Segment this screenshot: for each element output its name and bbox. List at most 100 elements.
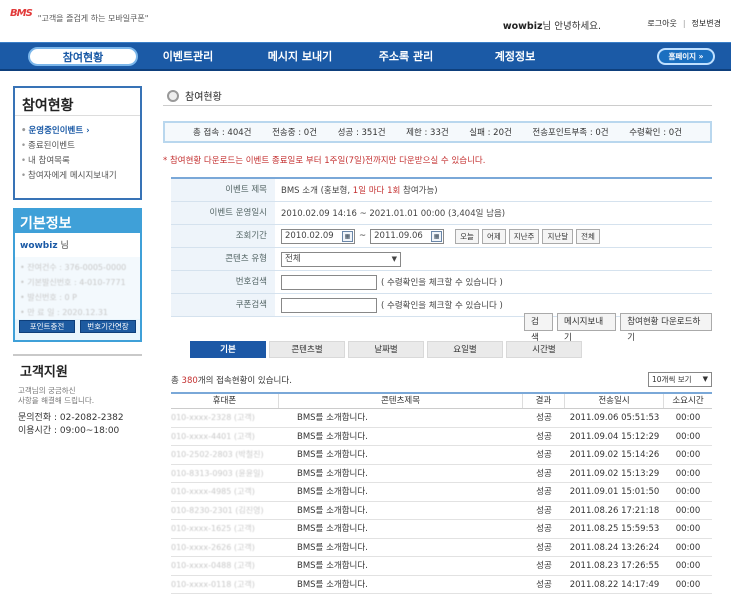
table-body: 010-xxxx-2328 (고객) BMS를 소개합니다. 성공 2011.09.0…	[171, 409, 712, 594]
cell-sent-at: 2011.08.22 14:17:49	[569, 579, 660, 590]
content-type-value: 전체	[285, 253, 301, 264]
quick-all-button[interactable]: 전체	[576, 228, 600, 244]
col-phone[interactable]: 휴대폰	[171, 394, 279, 408]
support-desc-line: 고객님의 궁금하신	[18, 386, 76, 395]
tab-by-content[interactable]: 콘텐츠별	[269, 341, 345, 358]
phone-search-hint: ( 수령확인을 체크할 수 있습니다 )	[381, 278, 503, 288]
cell-duration: 00:00	[675, 579, 701, 590]
table-row[interactable]: 010-xxxx-2328 (고객) BMS를 소개합니다. 성공 2011.09.0…	[171, 409, 712, 428]
search-period-label: 조회기간	[171, 225, 275, 247]
date-to-input[interactable]: 2011.09.06 ▦	[370, 228, 445, 244]
content-type-controls: 전체 ▼	[275, 248, 712, 270]
date-from-input[interactable]: 2010.02.09 ▦	[281, 228, 355, 244]
support-box: 고객지원 고객님의 궁금하신 사항을 해결해 드립니다. 문의전화 : 02-2…	[13, 354, 142, 436]
edit-info-link[interactable]: 정보변경	[692, 18, 721, 29]
quick-yesterday-button[interactable]: 어제	[481, 228, 506, 244]
send-message-button[interactable]: 메시지보내기	[557, 313, 617, 343]
event-title-value: BMS 소개 (홍보형, 1일 마다 1회 참여가능)	[275, 179, 712, 201]
extend-number-button[interactable]: 번호기간연장	[80, 320, 136, 333]
search-button[interactable]: 검색	[524, 313, 554, 343]
phone-search-label: 번호검색	[171, 271, 275, 293]
sidebar-item-label: 운영중인이벤트 ›	[28, 126, 90, 136]
summary-sending: 전송중 : 0건	[272, 128, 318, 138]
bms-logo[interactable]: BMS	[10, 8, 33, 29]
table-row[interactable]: 010-xxxx-4985 (고객) BMS를 소개합니다. 성공 2011.09.0…	[171, 483, 712, 502]
sidebar-menu: 참여현황 • 운영중인이벤트 › • 종료된이벤트 • 내 참여목록 • 참여자에게 메…	[13, 86, 142, 200]
page-title: 참여현황	[185, 92, 222, 103]
cell-duration: 00:00	[675, 468, 701, 479]
logout-link[interactable]: 로그아웃	[647, 18, 676, 29]
info-row: • 발신번호 : 0 P	[20, 293, 77, 302]
bullet-icon: •	[21, 141, 27, 151]
content-type-select[interactable]: 전체 ▼	[281, 251, 401, 267]
cell-phone: 010-8230-2301 (김진영)	[171, 505, 264, 515]
sidebar-item-label: 종료된이벤트	[28, 141, 75, 151]
period-label: 이벤트 운영일시	[171, 202, 275, 224]
sidebar-item-my-participation[interactable]: • 내 참여목록	[15, 154, 140, 169]
calendar-icon[interactable]: ▦	[342, 230, 353, 242]
tab-basic[interactable]: 기본	[190, 341, 266, 358]
tab-by-hour[interactable]: 시간별	[506, 341, 582, 358]
dropdown-arrow-icon: ▼	[391, 254, 397, 263]
view-tabs: 기본 콘텐츠별 날짜별 요일별 시간별	[190, 341, 585, 358]
cell-content-title: BMS를 소개합니다.	[297, 450, 368, 460]
content-type-label: 콘텐츠 유형	[171, 248, 275, 270]
nav-send-message[interactable]: 메시지 보내기	[252, 43, 348, 70]
phone-search-controls: ( 수령확인을 체크할 수 있습니다 )	[275, 271, 712, 293]
table-row[interactable]: 010-xxxx-1625 (고객) BMS를 소개합니다. 성공 2011.08.2…	[171, 520, 712, 539]
per-page-select[interactable]: 10개씩 보기 ▼	[648, 372, 712, 387]
page-title-row: 참여현황	[163, 86, 712, 106]
coupon-search-input[interactable]	[281, 297, 377, 313]
date-range-tilde: ~	[359, 231, 367, 241]
sidebar-title: 참여현황	[15, 88, 140, 116]
quick-lastweek-button[interactable]: 지난주	[508, 228, 540, 244]
nav-account[interactable]: 계정정보	[480, 43, 550, 70]
table-row[interactable]: 010-8230-2301 (김진영) BMS를 소개합니다. 성공 2011.08.…	[171, 502, 712, 520]
separator: |	[682, 19, 686, 28]
col-content-title[interactable]: 콘텐츠제목	[279, 394, 523, 408]
cell-phone: 010-2502-2803 (박철진)	[171, 450, 264, 459]
cell-duration: 00:00	[675, 487, 701, 497]
quick-today-button[interactable]: 오늘	[455, 228, 479, 244]
top-links: 로그아웃 | 정보변경	[647, 18, 721, 29]
table-row[interactable]: 010-2502-2803 (박철진) BMS를 소개합니다. 성공 2011.09.…	[171, 446, 712, 465]
sidebar-item-ended-events[interactable]: • 종료된이벤트	[15, 139, 140, 154]
cell-sent-at: 2011.08.24 13:26:24	[569, 542, 660, 553]
table-row[interactable]: 010-xxxx-4401 (고객) BMS를 소개합니다. 성공 2011.09.0…	[171, 428, 712, 446]
cell-result: 성공	[536, 505, 552, 516]
tab-by-weekday[interactable]: 요일별	[427, 341, 503, 358]
col-result[interactable]: 결과	[523, 394, 565, 408]
quick-lastmonth-button[interactable]: 지난달	[542, 228, 574, 244]
download-notice: * 참여현황 다운로드는 이벤트 종료일로 부터 1주일(7일)전까지만 다운받…	[163, 156, 486, 166]
table-row[interactable]: 010-xxxx-2626 (고객) BMS를 소개합니다. 성공 2011.08.2…	[171, 539, 712, 557]
cell-phone: 010-xxxx-1625 (고객)	[171, 524, 255, 533]
phone-search-input[interactable]	[281, 274, 377, 290]
sidebar-item-message-participants[interactable]: • 참여자에게 메시지보내기	[15, 169, 140, 184]
cell-result: 성공	[536, 542, 552, 553]
table-row[interactable]: 010-xxxx-0488 (고객) BMS를 소개합니다. 성공 2011.08.2…	[171, 557, 712, 576]
tab-by-date[interactable]: 날짜별	[348, 341, 424, 358]
homepage-button[interactable]: 홈페이지 »	[657, 48, 715, 65]
calendar-icon[interactable]: ▦	[431, 230, 443, 242]
info-row: • 잔여건수 : 376-0005-0000	[20, 263, 127, 272]
cell-duration: 00:00	[675, 542, 701, 553]
col-sent-at[interactable]: 전송일시	[565, 394, 664, 408]
greeting-user: wowbiz	[502, 21, 543, 32]
sidebar-item-running-events[interactable]: • 운영중인이벤트 ›	[15, 124, 140, 139]
cell-result: 성공	[536, 468, 552, 479]
table-row[interactable]: 010-8313-0903 (윤윤일) BMS를 소개합니다. 성공 2011.09.…	[171, 465, 712, 483]
count-prefix: 총	[171, 375, 179, 386]
col-duration[interactable]: 소요시간	[664, 394, 712, 408]
greeting: wowbiz님 안녕하세요.	[503, 18, 601, 32]
summary-success: 성공 : 351건	[337, 128, 386, 138]
nav-participation[interactable]: 참여현황	[28, 47, 138, 66]
logo[interactable]: BMS "고객을 즐겁게 하는 모바일쿠폰"	[10, 8, 148, 29]
bullet-icon: •	[21, 126, 27, 136]
table-row[interactable]: 010-xxxx-0118 (고객) BMS를 소개합니다. 성공 2011.08.2…	[171, 576, 712, 594]
cell-sent-at: 2011.08.25 15:59:53	[569, 524, 660, 534]
download-button[interactable]: 참여현황 다운로드하기	[620, 313, 713, 343]
nav-event-manage[interactable]: 이벤트관리	[150, 43, 226, 70]
nav-addressbook[interactable]: 주소록 관리	[362, 43, 450, 70]
cell-content-title: BMS를 소개합니다.	[297, 413, 368, 423]
point-charge-button[interactable]: 포인트충전	[19, 320, 75, 333]
